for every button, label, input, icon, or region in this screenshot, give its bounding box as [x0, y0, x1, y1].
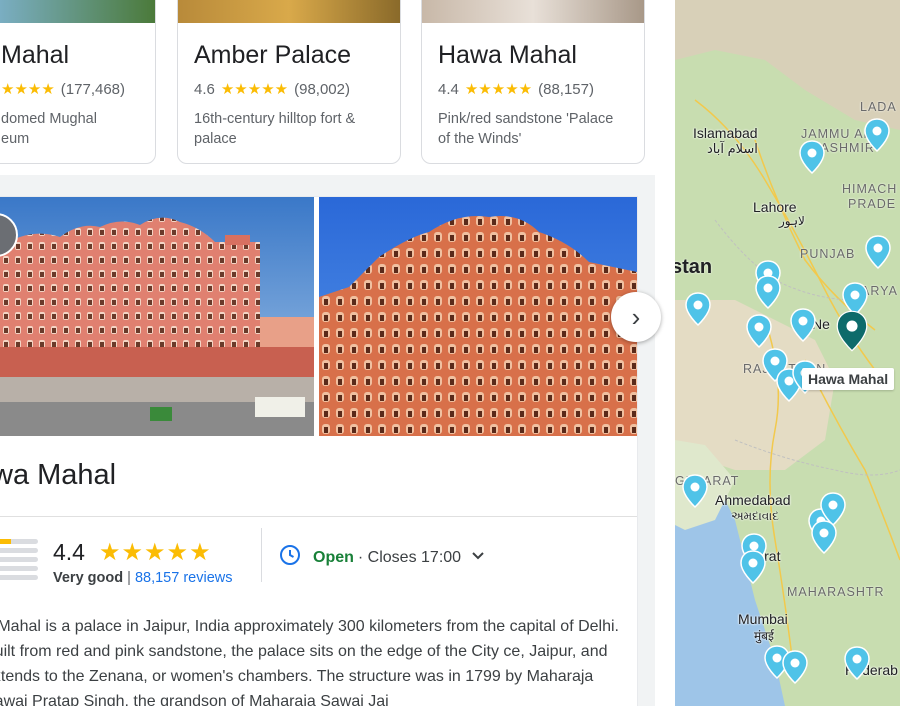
map-country-label: stan — [675, 256, 713, 278]
map-city-label: Islamabad — [693, 125, 758, 141]
card-description: 16th-century hilltop fort & palace — [194, 109, 394, 149]
related-place-card-hawa[interactable]: Hawa Mahal 4.4 ★★★★★ (88,157) Pink/red s… — [421, 0, 645, 164]
related-place-card-taj[interactable]: Mahal ★★★★ (177,468) domed Mughal eum — [0, 0, 156, 164]
selected-place-pin-icon[interactable] — [836, 308, 868, 354]
map-state-label: HIMACH — [842, 182, 898, 196]
rating-bar — [0, 548, 38, 553]
card-desc-line: Pink/red sandstone 'Palace — [438, 111, 614, 127]
place-pin-icon[interactable] — [755, 275, 781, 309]
clock-icon — [279, 544, 301, 571]
map-view[interactable]: LADA JAMMU AND KASHMIR HIMACH PRADE PUNJ… — [675, 0, 900, 706]
rating-bar — [0, 575, 38, 580]
card-description: domed Mughal eum — [1, 109, 155, 149]
map-city-label: اسلام آباد — [707, 141, 758, 156]
rating-separator: | — [127, 570, 131, 586]
related-place-card-amber[interactable]: Amber Palace 4.6 ★★★★★ (98,002) 16th-cen… — [177, 0, 401, 164]
rating-bar — [0, 539, 38, 544]
map-city-label: અમદાવાદ — [731, 509, 779, 523]
card-score: 4.4 — [438, 80, 459, 98]
place-pin-icon[interactable] — [790, 308, 816, 342]
map-city-label: لاہور — [779, 214, 805, 228]
card-desc-line: eum — [1, 131, 30, 147]
place-title: wa Mahal — [0, 459, 117, 491]
card-desc-line: domed Mughal — [1, 111, 97, 127]
card-score: 4.6 — [194, 80, 215, 98]
map-state-label: PRADE — [848, 197, 897, 211]
place-pin-icon[interactable] — [799, 140, 825, 174]
rating-word: Very good — [53, 570, 124, 586]
chevron-right-icon: › — [631, 301, 641, 332]
card-desc-line: palace — [194, 131, 237, 147]
selected-place-tooltip: Hawa Mahal — [802, 368, 895, 390]
vertical-divider — [261, 528, 262, 582]
divider — [0, 516, 637, 517]
open-status: Open — [313, 548, 354, 566]
place-pin-icon[interactable] — [864, 118, 890, 152]
card-rating: 4.6 ★★★★★ (98,002) — [194, 80, 350, 99]
card-title: Amber Palace — [194, 41, 352, 69]
map-city-label: Mumbai — [738, 611, 788, 627]
place-pin-icon[interactable] — [811, 520, 837, 554]
rating-summary: Very good | 88,157 reviews — [53, 570, 232, 586]
card-thumbnail — [0, 0, 155, 23]
chevron-down-icon[interactable] — [471, 549, 485, 566]
place-photo-1[interactable] — [0, 197, 314, 436]
card-rating: ★★★★ (177,468) — [1, 80, 126, 99]
reviews-link[interactable]: 88,157 reviews — [135, 570, 233, 586]
card-thumbnail — [178, 0, 400, 23]
map-city-label: Lahore — [753, 199, 797, 215]
place-pin-icon[interactable] — [782, 650, 808, 684]
place-pin-icon[interactable] — [682, 474, 708, 508]
rating-stars: ★★★★★ — [99, 539, 212, 566]
card-review-count: (177,468) — [60, 80, 126, 98]
place-pin-icon[interactable] — [740, 550, 766, 584]
card-stars: ★★★★★ — [464, 81, 533, 98]
card-thumbnail — [422, 0, 644, 23]
place-description: a Mahal is a palace in Jaipur, India app… — [0, 618, 619, 706]
card-title: Hawa Mahal — [438, 41, 577, 69]
map-city-label: मुंबई — [754, 629, 774, 643]
place-pin-icon[interactable] — [844, 646, 870, 680]
card-desc-line: of the Winds' — [438, 131, 522, 147]
map-city-label: Ahmedabad — [715, 492, 791, 508]
rating-score: 4.4 — [53, 539, 85, 565]
card-stars: ★★★★ — [1, 81, 55, 98]
map-state-label: MAHARASHTR — [787, 585, 885, 599]
card-description: Pink/red sandstone 'Palace of the Winds' — [438, 109, 638, 149]
map-state-label: PUNJAB — [800, 247, 856, 261]
card-review-count: (88,157) — [538, 80, 594, 98]
card-stars: ★★★★★ — [220, 81, 289, 98]
map-state-label: LADA — [860, 100, 897, 114]
rating-bar — [0, 557, 38, 562]
place-pin-icon[interactable] — [685, 292, 711, 326]
place-pin-icon[interactable] — [746, 314, 772, 348]
closing-time: · Closes 17:00 — [357, 548, 462, 566]
opening-hours[interactable]: Open · Closes 17:00 — [279, 544, 485, 571]
rating-distribution-bars — [0, 539, 38, 584]
next-photo-button[interactable]: › — [611, 292, 661, 342]
content-pane: Mahal ★★★★ (177,468) domed Mughal eum Am… — [0, 0, 675, 706]
card-desc-line: 16th-century hilltop fort & — [194, 111, 356, 127]
place-photo-2[interactable] — [319, 197, 637, 436]
card-title: Mahal — [1, 41, 70, 69]
card-review-count: (98,002) — [294, 80, 350, 98]
rating-bar — [0, 566, 38, 571]
place-pin-icon[interactable] — [865, 235, 891, 269]
card-rating: 4.4 ★★★★★ (88,157) — [438, 80, 594, 99]
